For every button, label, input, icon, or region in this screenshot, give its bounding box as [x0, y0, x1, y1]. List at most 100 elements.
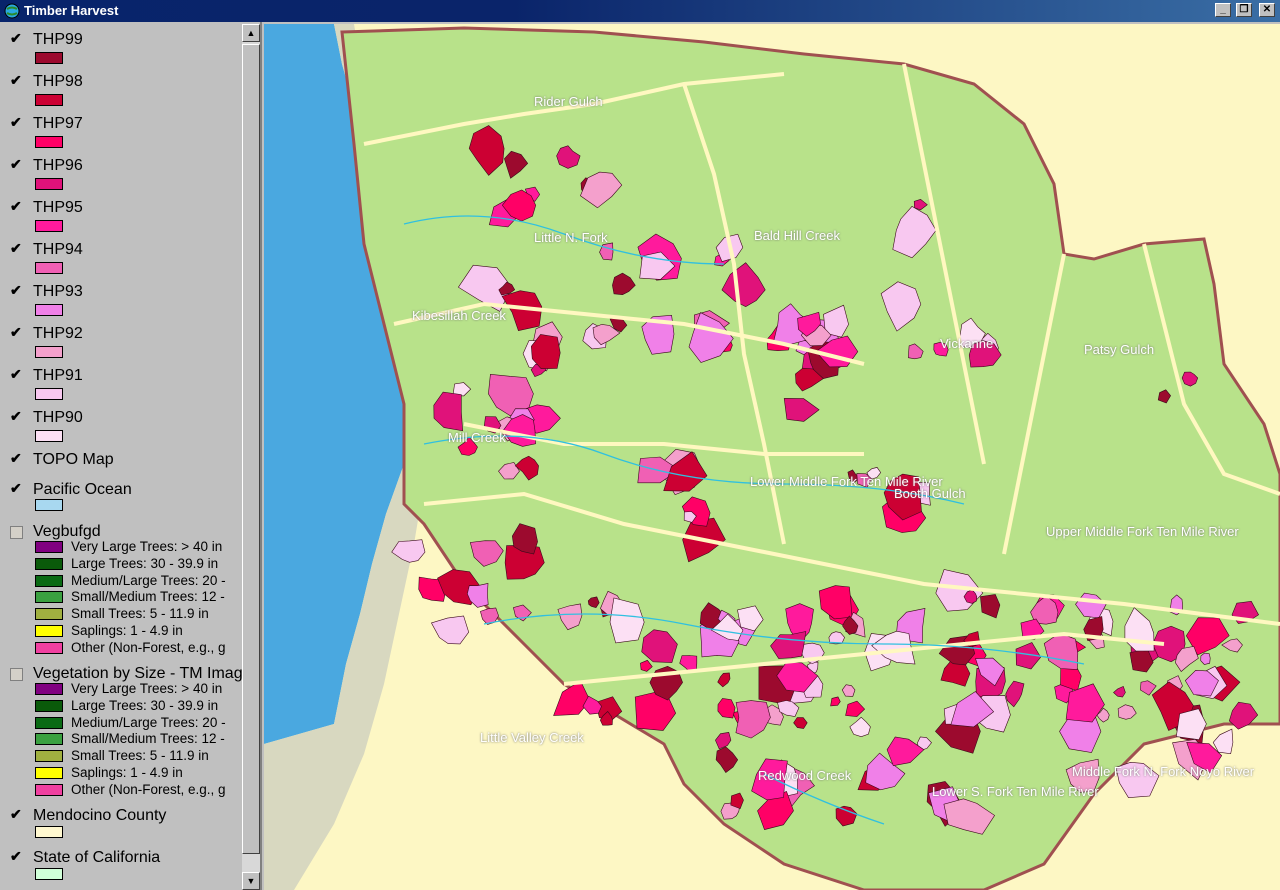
- layer-name: THP95: [33, 199, 83, 216]
- map-label: Lower S. Fork Ten Mile River: [932, 784, 1099, 799]
- table-of-contents: THP99 THP98 THP97 THP96 THP95 THP94 THP93 THP92…: [0, 22, 262, 890]
- legend-swatch: [35, 557, 63, 570]
- legend-swatch: [35, 767, 63, 779]
- legend-swatch: [35, 733, 63, 746]
- legend-class-row: Other (Non-Forest, e.g., g: [35, 640, 245, 656]
- map-label: Kibesillah Creek: [412, 308, 506, 323]
- map-label: Redwood Creek: [758, 768, 852, 783]
- layer-name: State of California: [33, 849, 161, 866]
- legend-class-label: Small/Medium Trees: 12 -: [71, 731, 225, 747]
- map-label: Upper Middle Fork Ten Mile River: [1046, 524, 1239, 539]
- legend-swatch: [35, 574, 63, 587]
- map-canvas[interactable]: [264, 24, 1280, 890]
- legend-class-row: Very Large Trees: > 40 in: [35, 681, 245, 697]
- legend-class-row: Medium/Large Trees: 20 -: [35, 715, 245, 731]
- scroll-thumb[interactable]: [242, 44, 260, 854]
- layer-visibility-checkbox[interactable]: [10, 240, 23, 257]
- scroll-down-button[interactable]: ▼: [242, 872, 260, 890]
- layer-visibility-checkbox[interactable]: [10, 450, 23, 467]
- legend-class-label: Small/Medium Trees: 12 -: [71, 589, 225, 605]
- legend-class-row: Large Trees: 30 - 39.9 in: [35, 556, 245, 572]
- legend-swatch: [35, 716, 63, 729]
- layer-name: THP92: [33, 325, 83, 342]
- layer-visibility-checkbox[interactable]: [10, 366, 23, 383]
- layer-name: THP97: [33, 115, 83, 132]
- legend-swatch: [35, 430, 63, 442]
- legend-class-label: Large Trees: 30 - 39.9 in: [71, 555, 219, 571]
- legend-class-row: Small/Medium Trees: 12 -: [35, 589, 245, 605]
- legend-swatch: [35, 683, 63, 695]
- layer-name: Mendocino County: [33, 807, 167, 824]
- map-label: Middle Fork N. Fork Noyo River: [1072, 764, 1255, 779]
- legend-class-label: Medium/Large Trees: 20 -: [71, 572, 226, 588]
- window-title: Timber Harvest: [24, 3, 119, 18]
- layer-visibility-checkbox[interactable]: [10, 848, 23, 865]
- legend-swatch: [35, 346, 63, 358]
- legend-swatch: [35, 625, 63, 637]
- legend-swatch: [35, 220, 63, 232]
- layer-name: THP96: [33, 157, 83, 174]
- legend-class-row: Small Trees: 5 - 11.9 in: [35, 606, 245, 622]
- title-bar: Timber Harvest _ ❐ ✕: [0, 0, 1280, 22]
- legend-swatch: [35, 868, 63, 880]
- layer-name: THP94: [33, 241, 83, 258]
- legend-class-label: Other (Non-Forest, e.g., g: [71, 781, 226, 797]
- restore-button[interactable]: ❐: [1236, 3, 1252, 17]
- legend-swatch: [35, 783, 63, 796]
- minimize-button[interactable]: _: [1215, 3, 1231, 17]
- layer-visibility-checkbox[interactable]: [10, 72, 23, 89]
- scroll-up-button[interactable]: ▲: [242, 24, 260, 42]
- layer-visibility-checkbox[interactable]: [10, 668, 23, 681]
- legend-swatch: [35, 94, 63, 106]
- globe-icon: [4, 3, 20, 19]
- map-label: Mill Creek: [448, 430, 506, 445]
- legend-swatch: [35, 499, 63, 511]
- legend-swatch: [35, 52, 63, 64]
- legend-swatch: [35, 304, 63, 316]
- legend-class-label: Small Trees: 5 - 11.9 in: [71, 606, 209, 622]
- legend-swatch: [35, 641, 63, 654]
- legend-swatch: [35, 262, 63, 274]
- layer-visibility-checkbox[interactable]: [10, 480, 23, 497]
- legend-class-row: Saplings: 1 - 4.9 in: [35, 765, 245, 781]
- layer-visibility-checkbox[interactable]: [10, 324, 23, 341]
- legend-swatch: [35, 541, 63, 553]
- layer-name: TOPO Map: [33, 451, 114, 468]
- legend-swatch: [35, 178, 63, 190]
- legend-class-row: Small Trees: 5 - 11.9 in: [35, 748, 245, 764]
- legend-class-label: Very Large Trees: > 40 in: [71, 681, 223, 696]
- layer-visibility-checkbox[interactable]: [10, 114, 23, 131]
- map-view[interactable]: Rider Gulch Bald Hill Creek Little N. Fork…: [264, 24, 1280, 890]
- legend-swatch: [35, 136, 63, 148]
- legend-swatch: [35, 826, 63, 838]
- layer-name: THP91: [33, 367, 83, 384]
- layer-visibility-checkbox[interactable]: [10, 806, 23, 823]
- layer-visibility-checkbox[interactable]: [10, 156, 23, 173]
- map-label: Vickanne: [940, 336, 994, 351]
- legend-class-row: Other (Non-Forest, e.g., g: [35, 782, 245, 798]
- layer-name: THP90: [33, 409, 83, 426]
- map-label: Patsy Gulch: [1084, 342, 1155, 357]
- legend-class-row: Very Large Trees: > 40 in: [35, 539, 245, 555]
- layer-visibility-checkbox[interactable]: [10, 408, 23, 425]
- legend-class-label: Saplings: 1 - 4.9 in: [71, 765, 183, 780]
- map-label: Bald Hill Creek: [754, 228, 840, 243]
- vertical-scrollbar[interactable]: ▲ ▼: [242, 24, 260, 890]
- layer-visibility-checkbox[interactable]: [10, 30, 23, 47]
- legend-class-label: Large Trees: 30 - 39.9 in: [71, 697, 219, 713]
- legend-class-row: Saplings: 1 - 4.9 in: [35, 623, 245, 639]
- close-button[interactable]: ✕: [1259, 3, 1275, 17]
- layer-name: THP98: [33, 73, 83, 90]
- legend-swatch: [35, 608, 63, 621]
- layer-name: Pacific Ocean: [33, 481, 132, 498]
- layer-visibility-checkbox[interactable]: [10, 198, 23, 215]
- layer-visibility-checkbox[interactable]: [10, 526, 23, 539]
- layer-visibility-checkbox[interactable]: [10, 282, 23, 299]
- legend-class-label: Saplings: 1 - 4.9 in: [71, 623, 183, 638]
- layer-name: THP93: [33, 283, 83, 300]
- harvest-polygon: [430, 615, 470, 645]
- legend-class-label: Very Large Trees: > 40 in: [71, 539, 223, 554]
- map-label: Little Valley Creek: [480, 730, 584, 745]
- map-label: Little N. Fork: [534, 230, 608, 245]
- legend-class-row: Large Trees: 30 - 39.9 in: [35, 698, 245, 714]
